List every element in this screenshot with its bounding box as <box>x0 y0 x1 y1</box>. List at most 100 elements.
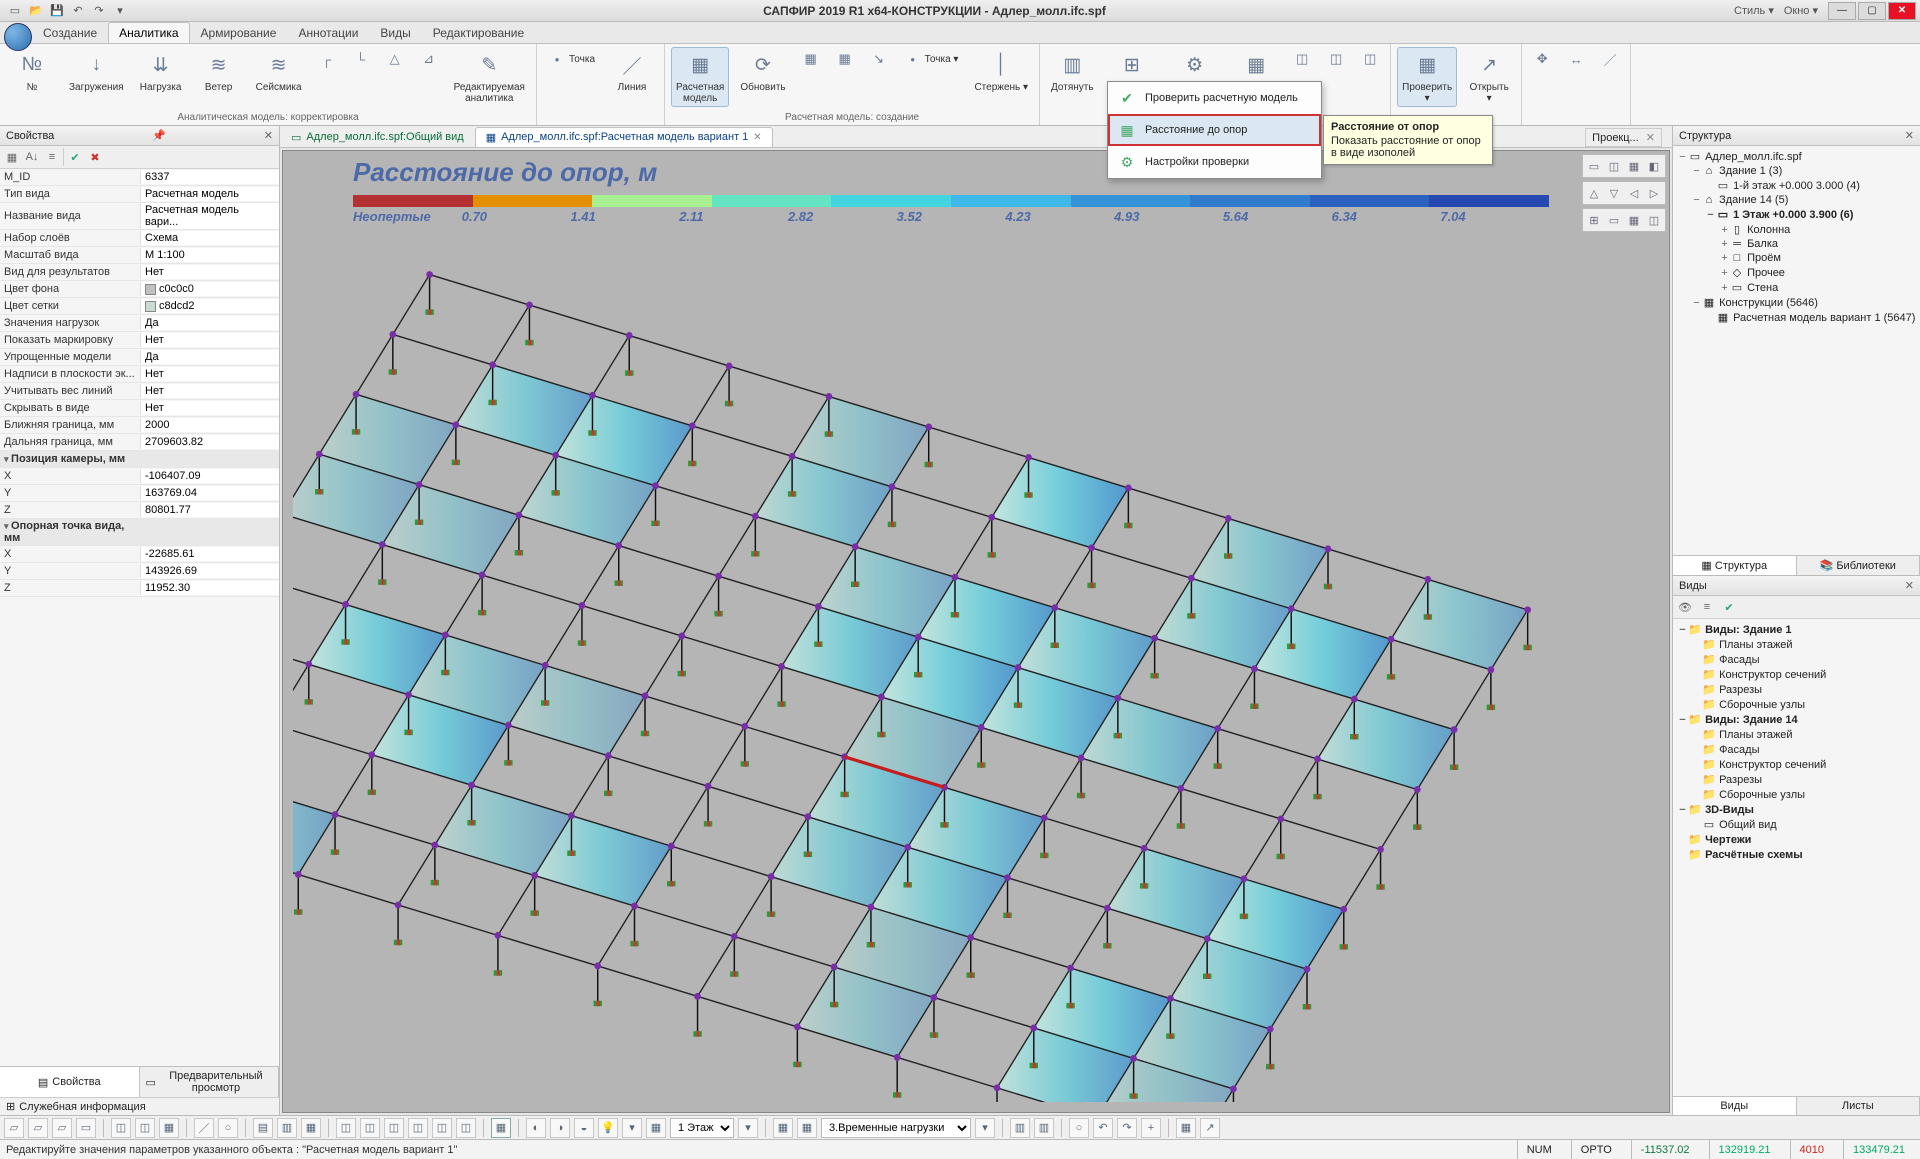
expand-toggle[interactable] <box>1691 774 1702 786</box>
bt-icon[interactable]: ▥ <box>1034 1118 1054 1138</box>
prop-value[interactable]: c0c0c0 <box>140 282 279 296</box>
rm-point-button[interactable]: •Точка ▾ <box>899 47 964 71</box>
expand-toggle[interactable] <box>1691 699 1702 711</box>
close-icon[interactable]: ✕ <box>1905 129 1914 142</box>
tree-node[interactable]: 📁 Разрезы <box>1677 772 1916 787</box>
tab-views[interactable]: Виды <box>1673 1097 1797 1115</box>
expand-toggle[interactable] <box>1691 654 1702 666</box>
bt-icon[interactable]: ▥ <box>277 1118 297 1138</box>
tree-node[interactable]: ▭ Общий вид <box>1677 817 1916 832</box>
bt-icon[interactable]: + <box>1141 1118 1161 1138</box>
loads-button[interactable]: ↓Загружения <box>64 47 129 96</box>
document-tab[interactable]: ▦Адлер_молл.ifc.spf:Расчетная модель вар… <box>475 127 773 147</box>
window-menu[interactable]: Окно ▾ <box>1784 4 1818 17</box>
seismic-button[interactable]: ≋Сейсмика <box>251 47 307 96</box>
tri-1-button[interactable]: ◫ <box>1288 47 1316 71</box>
bt-icon[interactable]: 💡 <box>598 1118 618 1138</box>
prop-value[interactable]: -22685.61 <box>140 547 279 561</box>
expand-toggle[interactable] <box>1705 180 1716 192</box>
tab-structure[interactable]: ▦ Структура <box>1673 556 1797 575</box>
bt-icon[interactable]: ▦ <box>159 1118 179 1138</box>
check-icon[interactable]: ✔ <box>66 148 84 166</box>
bt-icon[interactable]: ▦ <box>646 1118 666 1138</box>
bt-icon[interactable]: ▱ <box>52 1118 72 1138</box>
tab-libraries[interactable]: 📚 Библиотеки <box>1797 556 1920 575</box>
expand-toggle[interactable] <box>1691 684 1702 696</box>
vt-icon[interactable]: ◧ <box>1645 157 1663 175</box>
ribbon-tab-аннотации[interactable]: Аннотации <box>287 22 369 43</box>
prop-value[interactable]: Нет <box>140 265 279 279</box>
bt-icon[interactable]: ▾ <box>622 1118 642 1138</box>
expand-toggle[interactable] <box>1691 759 1702 771</box>
tool-c-button[interactable]: ／ <box>1596 47 1624 71</box>
prop-value[interactable]: Нет <box>140 367 279 381</box>
close-icon[interactable]: ✕ <box>1905 579 1914 592</box>
check-settings-menuitem[interactable]: ⚙Настройки проверки <box>1108 146 1321 178</box>
tree-node[interactable]: −⌂ Здание 14 (5) <box>1677 193 1916 207</box>
vt-icon[interactable]: △ <box>1585 184 1603 202</box>
bt-icon[interactable]: ／ <box>194 1118 214 1138</box>
bt-icon[interactable]: ◫ <box>384 1118 404 1138</box>
bt-icon[interactable]: ◫ <box>408 1118 428 1138</box>
edit-4-button[interactable]: ⊿ <box>415 47 443 71</box>
vt-icon[interactable]: ⊞ <box>1585 211 1603 229</box>
vt-icon[interactable]: ▭ <box>1605 211 1623 229</box>
extend-button[interactable]: ▥Дотянуть <box>1046 47 1099 96</box>
service-info-row[interactable]: ⊞ Служебная информация <box>0 1097 279 1115</box>
ribbon-tab-редактирование[interactable]: Редактирование <box>422 22 535 43</box>
distance-to-supports-menuitem[interactable]: ▦Расстояние до опор <box>1108 114 1321 146</box>
bt-icon[interactable]: ◐ <box>526 1118 546 1138</box>
tree-node[interactable]: ▦ Расчетная модель вариант 1 (5647) <box>1677 310 1916 325</box>
prop-value[interactable]: 143926.69 <box>140 564 279 578</box>
view-check-icon[interactable]: ✔ <box>1720 598 1738 616</box>
qat-redo-icon[interactable]: ↷ <box>90 2 108 20</box>
tree-node[interactable]: +▭ Стена <box>1677 280 1916 295</box>
expand-toggle[interactable] <box>1691 819 1702 831</box>
prop-value[interactable]: Нет <box>140 384 279 398</box>
ribbon-tab-армирование[interactable]: Армирование <box>190 22 288 43</box>
point-button[interactable]: •Точка <box>543 47 600 71</box>
ribbon-tab-создание[interactable]: Создание <box>32 22 108 43</box>
expand-toggle[interactable] <box>1677 849 1688 861</box>
bt-icon[interactable]: ▱ <box>4 1118 24 1138</box>
tree-node[interactable]: −📁 Виды: Здание 14 <box>1677 712 1916 727</box>
prop-value[interactable]: М 1:100 <box>140 248 279 262</box>
bt-icon[interactable]: ▱ <box>28 1118 48 1138</box>
expand-toggle[interactable]: − <box>1691 165 1702 177</box>
bt-icon[interactable]: ◫ <box>135 1118 155 1138</box>
ribbon-tab-виды[interactable]: Виды <box>369 22 421 43</box>
bt-icon[interactable]: ○ <box>218 1118 238 1138</box>
expand-toggle[interactable]: − <box>1677 804 1688 816</box>
tab-preview[interactable]: ▭Предварительный просмотр <box>140 1067 280 1097</box>
vt-icon[interactable]: ▦ <box>1625 211 1643 229</box>
tree-node[interactable]: 📁 Конструктор сечений <box>1677 757 1916 772</box>
tree-node[interactable]: ▭ 1-й этаж +0.000 3.000 (4) <box>1677 178 1916 193</box>
tree-node[interactable]: −📁 Виды: Здание 1 <box>1677 622 1916 637</box>
tree-node[interactable]: 📁 Чертежи <box>1677 832 1916 847</box>
expand-toggle[interactable] <box>1691 789 1702 801</box>
prop-value[interactable]: 11952.30 <box>140 581 279 595</box>
ribbon-tab-аналитика[interactable]: Аналитика <box>108 22 189 43</box>
check-model-menuitem[interactable]: ✔Проверить расчетную модель <box>1108 82 1321 114</box>
tree-node[interactable]: −⌂ Здание 1 (3) <box>1677 164 1916 178</box>
bt-icon[interactable]: ↗ <box>1200 1118 1220 1138</box>
prop-value[interactable]: Нет <box>140 401 279 415</box>
close-icon[interactable]: ✕ <box>1646 132 1655 144</box>
maximize-button[interactable]: ▢ <box>1858 2 1886 20</box>
tree-node[interactable]: 📁 Разрезы <box>1677 682 1916 697</box>
tree-node[interactable]: 📁 Планы этажей <box>1677 727 1916 742</box>
minimize-button[interactable]: — <box>1828 2 1856 20</box>
tree-node[interactable]: 📁 Сборочные узлы <box>1677 697 1916 712</box>
rod-button[interactable]: │Стержень ▾ <box>969 47 1033 96</box>
prop-value[interactable]: 6337 <box>140 170 279 184</box>
tree-node[interactable]: −▦ Конструкции (5646) <box>1677 295 1916 310</box>
bt-icon[interactable]: ▭ <box>76 1118 96 1138</box>
vt-icon[interactable]: ▽ <box>1605 184 1623 202</box>
expand-toggle[interactable]: − <box>1705 209 1716 221</box>
bt-icon[interactable]: ▦ <box>773 1118 793 1138</box>
tree-node[interactable]: +▯ Колонна <box>1677 222 1916 237</box>
categorize-icon[interactable]: ▦ <box>3 148 21 166</box>
bt-icon[interactable]: ◫ <box>111 1118 131 1138</box>
bt-icon[interactable]: ▦ <box>1176 1118 1196 1138</box>
rm-1-button[interactable]: ▦ <box>797 47 825 71</box>
